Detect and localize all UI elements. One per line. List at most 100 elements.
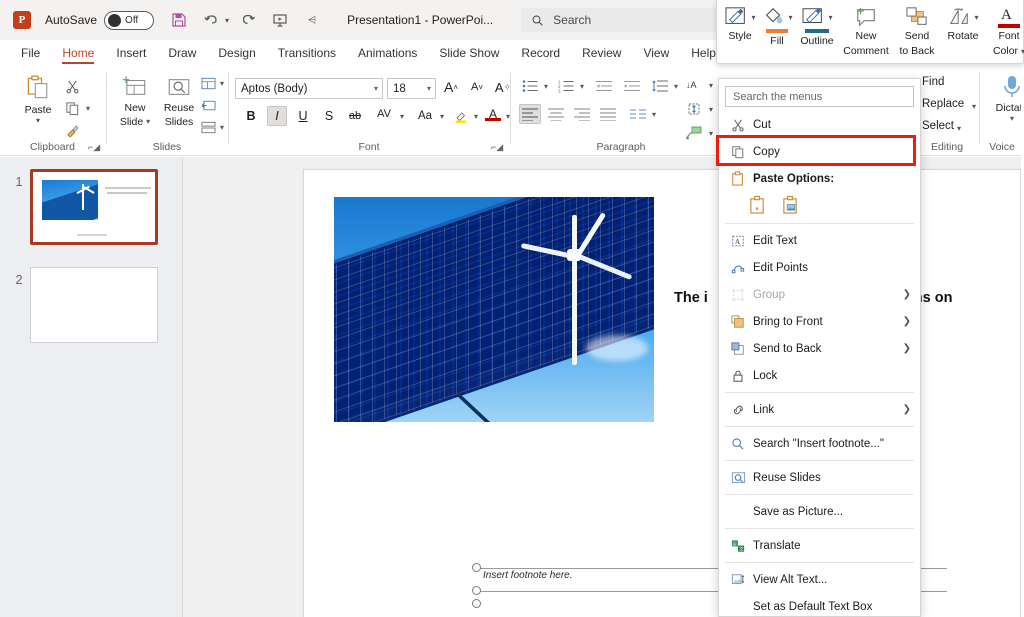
outline-button[interactable]: ▾ Outline	[797, 0, 837, 47]
text-highlight-color-button[interactable]	[451, 106, 471, 126]
menu-item-translate[interactable]: A文 Translate	[719, 532, 920, 559]
selection-handle-top-left[interactable]	[472, 563, 481, 572]
find-button[interactable]: Find	[922, 76, 944, 88]
text-shadow-button[interactable]: S	[319, 106, 339, 126]
tab-file[interactable]: File	[10, 40, 51, 66]
menu-item-set-default-text-box[interactable]: Set as Default Text Box	[719, 593, 920, 617]
paste-picture-icon[interactable]	[782, 195, 799, 217]
replace-button[interactable]: Replace	[922, 98, 964, 110]
menu-item-save-as-picture[interactable]: Save as Picture...	[719, 498, 920, 525]
character-spacing-dropdown-caret-icon[interactable]: ▾	[400, 112, 404, 121]
dictate-button[interactable]: Dictate ▾	[988, 74, 1024, 123]
tab-design[interactable]: Design	[207, 40, 266, 66]
reuse-slides-button[interactable]: Reuse Slides	[155, 74, 203, 128]
align-right-button[interactable]	[571, 104, 593, 124]
tab-insert[interactable]: Insert	[105, 40, 157, 66]
menu-item-view-alt-text[interactable]: View Alt Text...	[719, 566, 920, 593]
select-dropdown-caret-icon[interactable]: ▾	[957, 124, 961, 133]
new-comment-button[interactable]: New Comment	[837, 0, 895, 57]
dictate-dropdown-caret-icon[interactable]: ▾	[1010, 114, 1014, 123]
slide-thumbnail-row-1[interactable]: 1	[8, 169, 158, 245]
tab-animations[interactable]: Animations	[347, 40, 428, 66]
menu-item-edit-points[interactable]: Edit Points	[719, 254, 920, 281]
menu-item-cut[interactable]: Cut	[719, 111, 920, 138]
slide-thumbnail-2[interactable]	[30, 267, 158, 343]
fill-dropdown-caret-icon[interactable]: ▾	[788, 13, 792, 22]
menu-item-link[interactable]: Link ❯	[719, 396, 920, 423]
change-case-button[interactable]: Aa	[413, 106, 437, 126]
smartart-dropdown-caret-icon[interactable]: ▾	[709, 129, 713, 138]
slide-thumbnail-1[interactable]	[30, 169, 158, 245]
replace-dropdown-caret-icon[interactable]: ▾	[972, 102, 976, 111]
menu-search-input[interactable]: Search the menus	[725, 86, 914, 107]
convert-to-smartart-button[interactable]	[683, 123, 705, 143]
selection-handle-bottom-left[interactable]	[472, 599, 481, 608]
rotate-dropdown-caret-icon[interactable]: ▾	[974, 13, 978, 22]
font-color-button[interactable]: A Font Color ▾	[987, 0, 1024, 57]
tab-review[interactable]: Review	[571, 40, 632, 66]
style-button[interactable]: ▾ Style	[717, 0, 757, 43]
format-painter-button[interactable]	[62, 120, 82, 140]
numbering-dropdown-caret-icon[interactable]: ▾	[580, 82, 584, 91]
customize-quick-access-icon[interactable]: ⩤	[299, 7, 325, 33]
align-left-button[interactable]	[519, 104, 541, 124]
tab-record[interactable]: Record	[510, 40, 571, 66]
increase-font-size-button[interactable]: A ˄	[440, 77, 462, 97]
menu-item-reuse-slides[interactable]: Reuse Slides	[719, 464, 920, 491]
font-name-input[interactable]: Aptos (Body) ▾	[235, 78, 383, 99]
bold-button[interactable]: B	[241, 106, 261, 126]
tab-view[interactable]: View	[632, 40, 680, 66]
tab-draw[interactable]: Draw	[157, 40, 207, 66]
copy-dropdown-caret-icon[interactable]: ▾	[86, 104, 90, 113]
context-menu[interactable]: Search the menus Cut Copy Paste Options:	[716, 78, 921, 617]
bullets-dropdown-caret-icon[interactable]: ▾	[544, 82, 548, 91]
section-button[interactable]	[199, 119, 217, 137]
redo-icon[interactable]	[235, 7, 261, 33]
rotate-button[interactable]: ▾ Rotate	[939, 0, 987, 43]
copy-button[interactable]	[62, 98, 82, 118]
numbering-button[interactable]: 123	[555, 76, 577, 96]
section-dropdown-caret-icon[interactable]: ▾	[220, 123, 224, 132]
font-color-button[interactable]: A	[483, 104, 503, 124]
reset-button[interactable]	[199, 97, 217, 115]
undo-dropdown-caret-icon[interactable]: ▾	[225, 16, 229, 25]
italic-button[interactable]: I	[267, 106, 287, 126]
align-text-dropdown-caret-icon[interactable]: ▾	[709, 105, 713, 114]
increase-indent-button[interactable]	[621, 76, 643, 96]
undo-icon[interactable]	[198, 7, 224, 33]
font-size-dropdown-caret-icon[interactable]: ▾	[427, 84, 431, 93]
font-name-dropdown-caret-icon[interactable]: ▾	[374, 84, 378, 93]
character-spacing-button[interactable]: AV	[371, 104, 397, 124]
change-case-dropdown-caret-icon[interactable]: ▾	[440, 112, 444, 121]
underline-button[interactable]: U	[293, 106, 313, 126]
fill-button[interactable]: ▾ Fill	[757, 0, 797, 47]
tab-transitions[interactable]: Transitions	[267, 40, 347, 66]
new-slide-dropdown-caret-icon[interactable]: ▾	[146, 116, 150, 128]
line-spacing-button[interactable]	[649, 76, 671, 96]
outline-dropdown-caret-icon[interactable]: ▾	[828, 13, 832, 22]
slide-thumbnail-row-2[interactable]: 2	[8, 267, 158, 343]
select-button[interactable]: Select	[922, 120, 954, 132]
text-highlight-dropdown-caret-icon[interactable]: ▾	[474, 112, 478, 121]
menu-item-lock[interactable]: Lock	[719, 362, 920, 389]
strikethrough-button[interactable]: ab	[343, 106, 367, 126]
layout-button[interactable]	[199, 75, 217, 93]
save-icon[interactable]	[166, 7, 192, 33]
columns-dropdown-caret-icon[interactable]: ▾	[652, 110, 656, 119]
paste-button[interactable]: Paste ▾	[14, 74, 62, 125]
menu-item-bring-to-front[interactable]: Bring to Front ❯	[719, 308, 920, 335]
text-direction-button[interactable]: ↓A	[683, 75, 705, 95]
autosave-toggle[interactable]: Off	[104, 10, 155, 30]
menu-item-send-to-back[interactable]: Send to Back ❯	[719, 335, 920, 362]
align-center-button[interactable]	[545, 104, 567, 124]
shape-mini-toolbar[interactable]: ▾ Style ▾ Fill ▾ Outline New Comment Sen…	[716, 0, 1024, 64]
font-dialog-launcher[interactable]: ⌐◢	[491, 142, 503, 153]
selection-handle-mid-left[interactable]	[472, 586, 481, 595]
justify-button[interactable]	[597, 104, 619, 124]
menu-item-search-selection[interactable]: Search "Insert footnote..."	[719, 430, 920, 457]
menu-item-copy[interactable]: Copy	[716, 135, 920, 166]
columns-button[interactable]	[627, 104, 649, 124]
present-icon[interactable]	[267, 7, 293, 33]
paste-text-only-icon[interactable]: a	[749, 195, 766, 217]
decrease-font-size-button[interactable]: A ˅	[466, 77, 488, 97]
